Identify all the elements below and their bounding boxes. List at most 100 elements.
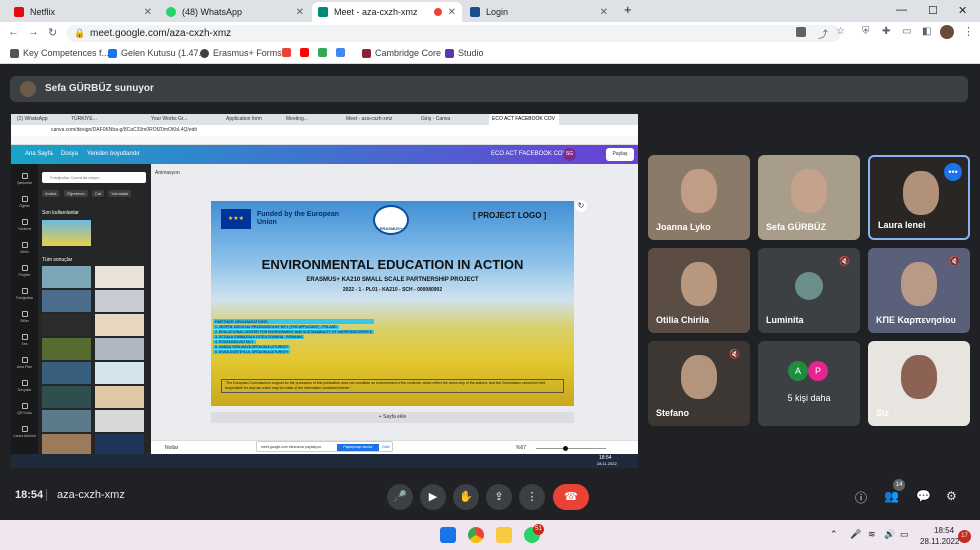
photo-thumbnail[interactable] bbox=[42, 314, 91, 336]
tab-login[interactable]: Login ✕ bbox=[464, 2, 614, 22]
mic-button[interactable]: 🎤 bbox=[387, 484, 413, 510]
bookmark-gmail-icon[interactable] bbox=[282, 48, 295, 57]
participant-tile[interactable]: AP 5 kişi daha bbox=[758, 341, 860, 426]
back-icon[interactable]: ← bbox=[8, 26, 19, 38]
recent-thumb[interactable] bbox=[42, 220, 91, 246]
canva-share-button[interactable]: Paylaş bbox=[606, 148, 634, 161]
canva-rail-item[interactable]: Metin bbox=[11, 239, 38, 262]
close-icon[interactable]: ✕ bbox=[600, 7, 608, 18]
zoom-level[interactable]: %67 bbox=[516, 445, 526, 451]
tab-search-icon[interactable]: ◧ bbox=[922, 26, 931, 37]
activities-icon[interactable]: ⚙ bbox=[946, 489, 957, 503]
bookmark-erasmus-forms[interactable]: Erasmus+ Forms bbox=[200, 48, 282, 58]
profile-avatar[interactable] bbox=[940, 25, 954, 39]
participant-tile[interactable]: Luminita 🔇 bbox=[758, 248, 860, 333]
canva-resize[interactable]: Yeniden boyutlandır bbox=[87, 151, 140, 157]
filter-chip[interactable]: Cat bbox=[92, 190, 105, 197]
canva-rail-item[interactable]: Şablonlar bbox=[11, 170, 38, 193]
poster-design[interactable]: ★★★ Funded by the European Union ERASMUS… bbox=[211, 201, 574, 406]
stop-sharing-button[interactable]: Paylaşmayı durdur bbox=[337, 444, 379, 451]
refresh-icon[interactable]: ↻ bbox=[575, 200, 587, 212]
raise-hand-button[interactable]: ✋ bbox=[453, 484, 479, 510]
participant-tile[interactable]: Joanna Lyko bbox=[648, 155, 750, 240]
camera-button[interactable]: ▶ bbox=[420, 484, 446, 510]
camera-icon[interactable] bbox=[796, 27, 806, 37]
canva-rail-item[interactable]: Öğeler bbox=[11, 193, 38, 216]
bookmark-youtube-icon[interactable] bbox=[300, 48, 313, 57]
tray-mic-icon[interactable]: 🎤 bbox=[850, 529, 861, 540]
canva-home[interactable]: Ana Sayfa bbox=[25, 151, 53, 157]
new-tab-button[interactable]: + bbox=[624, 2, 632, 17]
star-icon[interactable]: ☆ bbox=[836, 26, 845, 37]
leave-call-button[interactable]: ☎ bbox=[553, 484, 589, 510]
photo-thumbnail[interactable] bbox=[95, 434, 144, 456]
close-icon[interactable]: ✕ bbox=[144, 7, 152, 18]
hide-button[interactable]: Gizle bbox=[382, 445, 390, 449]
photo-thumbnail[interactable] bbox=[95, 314, 144, 336]
participant-tile[interactable]: Stefano 🔇 bbox=[648, 341, 750, 426]
filter-chip[interactable]: Öğretmen bbox=[64, 190, 88, 197]
bookmark-bing-icon[interactable] bbox=[336, 48, 349, 57]
participant-tile[interactable]: Laura Ienei ••• bbox=[868, 155, 970, 240]
bookmark-maps-icon[interactable] bbox=[318, 48, 331, 57]
photo-thumbnail[interactable] bbox=[95, 410, 144, 432]
canva-file[interactable]: Dosya bbox=[61, 151, 78, 157]
menu-icon[interactable]: ⋮ bbox=[963, 25, 974, 38]
wifi-icon[interactable]: ≋ bbox=[868, 529, 876, 540]
maximize-button[interactable]: ☐ bbox=[928, 4, 938, 17]
bookmark-studio[interactable]: Studio bbox=[445, 48, 484, 58]
tab-whatsapp[interactable]: (48) WhatsApp ✕ bbox=[160, 2, 310, 22]
windows-start-icon[interactable] bbox=[440, 527, 456, 543]
battery-icon[interactable]: ▭ bbox=[900, 529, 909, 540]
canva-rail-item[interactable]: Arka Plan bbox=[11, 354, 38, 377]
shield-icon[interactable]: ⛨ bbox=[862, 26, 870, 37]
chat-icon[interactable]: 💬 bbox=[916, 489, 931, 503]
tray-chevron-icon[interactable]: ⌃ bbox=[830, 529, 838, 540]
sidebar-icon[interactable]: ▭ bbox=[902, 26, 911, 37]
notification-badge[interactable]: 17 bbox=[958, 530, 971, 543]
photo-thumbnail[interactable] bbox=[42, 434, 91, 456]
tab-netflix[interactable]: Netflix ✕ bbox=[8, 2, 158, 22]
canva-rail-item[interactable]: Stiller bbox=[11, 308, 38, 331]
info-icon[interactable]: ⓘ bbox=[855, 489, 867, 506]
minimize-button[interactable]: — bbox=[896, 4, 907, 16]
notes-button[interactable]: Notlar bbox=[165, 445, 178, 451]
taskbar-date[interactable]: 28.11.2022 bbox=[920, 537, 959, 546]
people-icon[interactable]: 👥 bbox=[884, 489, 899, 503]
photo-thumbnail[interactable] bbox=[95, 338, 144, 360]
canva-search-input[interactable]: Fotoğraflar Canva'da arayın bbox=[42, 172, 146, 183]
photo-thumbnail[interactable] bbox=[95, 362, 144, 384]
photo-thumbnail[interactable] bbox=[42, 290, 91, 312]
present-button[interactable]: ⇪ bbox=[486, 484, 512, 510]
bookmark-key-competences[interactable]: Key Competences f... bbox=[10, 48, 109, 58]
filter-chip[interactable]: Yakındaki bbox=[108, 190, 132, 197]
extensions-icon[interactable]: ✚ bbox=[882, 26, 890, 37]
url-input[interactable]: 🔒 meet.google.com/aza-cxzh-xmz bbox=[66, 25, 841, 42]
reload-icon[interactable]: ↻ bbox=[48, 26, 57, 39]
photo-thumbnail[interactable] bbox=[42, 266, 91, 288]
bookmark-cambridge[interactable]: Cambridge Core bbox=[362, 48, 441, 58]
bookmark-gmail[interactable]: Gelen Kutusu (1.47... bbox=[108, 48, 206, 58]
animation-button[interactable]: Animasyon bbox=[155, 170, 180, 176]
more-options-button[interactable]: ⋮ bbox=[519, 484, 545, 510]
photo-thumbnail[interactable] bbox=[42, 386, 91, 408]
more-options-icon[interactable]: ••• bbox=[944, 163, 962, 181]
canva-rail-item[interactable]: Fotoğraflar bbox=[11, 285, 38, 308]
canva-rail-item[interactable]: Yükleme bbox=[11, 216, 38, 239]
share-icon[interactable]: ⤴ bbox=[818, 26, 828, 41]
close-window-button[interactable]: ✕ bbox=[958, 4, 967, 17]
participant-tile[interactable]: Sefa GÜRBÜZ bbox=[758, 155, 860, 240]
zoom-thumb[interactable] bbox=[563, 446, 568, 451]
canva-rail-item[interactable]: Ses bbox=[11, 331, 38, 354]
tab-meet[interactable]: Meet - aza-cxzh-xmz ✕ bbox=[312, 2, 462, 22]
participant-tile[interactable]: ΚΠΕ Καρπενησίου 🔇 bbox=[868, 248, 970, 333]
filter-chip[interactable]: Ambla bbox=[42, 190, 60, 197]
zoom-slider[interactable] bbox=[536, 448, 606, 449]
close-icon[interactable]: ✕ bbox=[448, 7, 456, 18]
shared-screen[interactable]: (2) WhatsApp TÜRKİYE... Your Works Gr...… bbox=[11, 114, 638, 468]
canva-rail-item[interactable]: Projeler bbox=[11, 262, 38, 285]
participant-tile[interactable]: Siz bbox=[868, 341, 970, 426]
photo-thumbnail[interactable] bbox=[95, 290, 144, 312]
participant-tile[interactable]: Otilia Chirila bbox=[648, 248, 750, 333]
photo-thumbnail[interactable] bbox=[42, 338, 91, 360]
